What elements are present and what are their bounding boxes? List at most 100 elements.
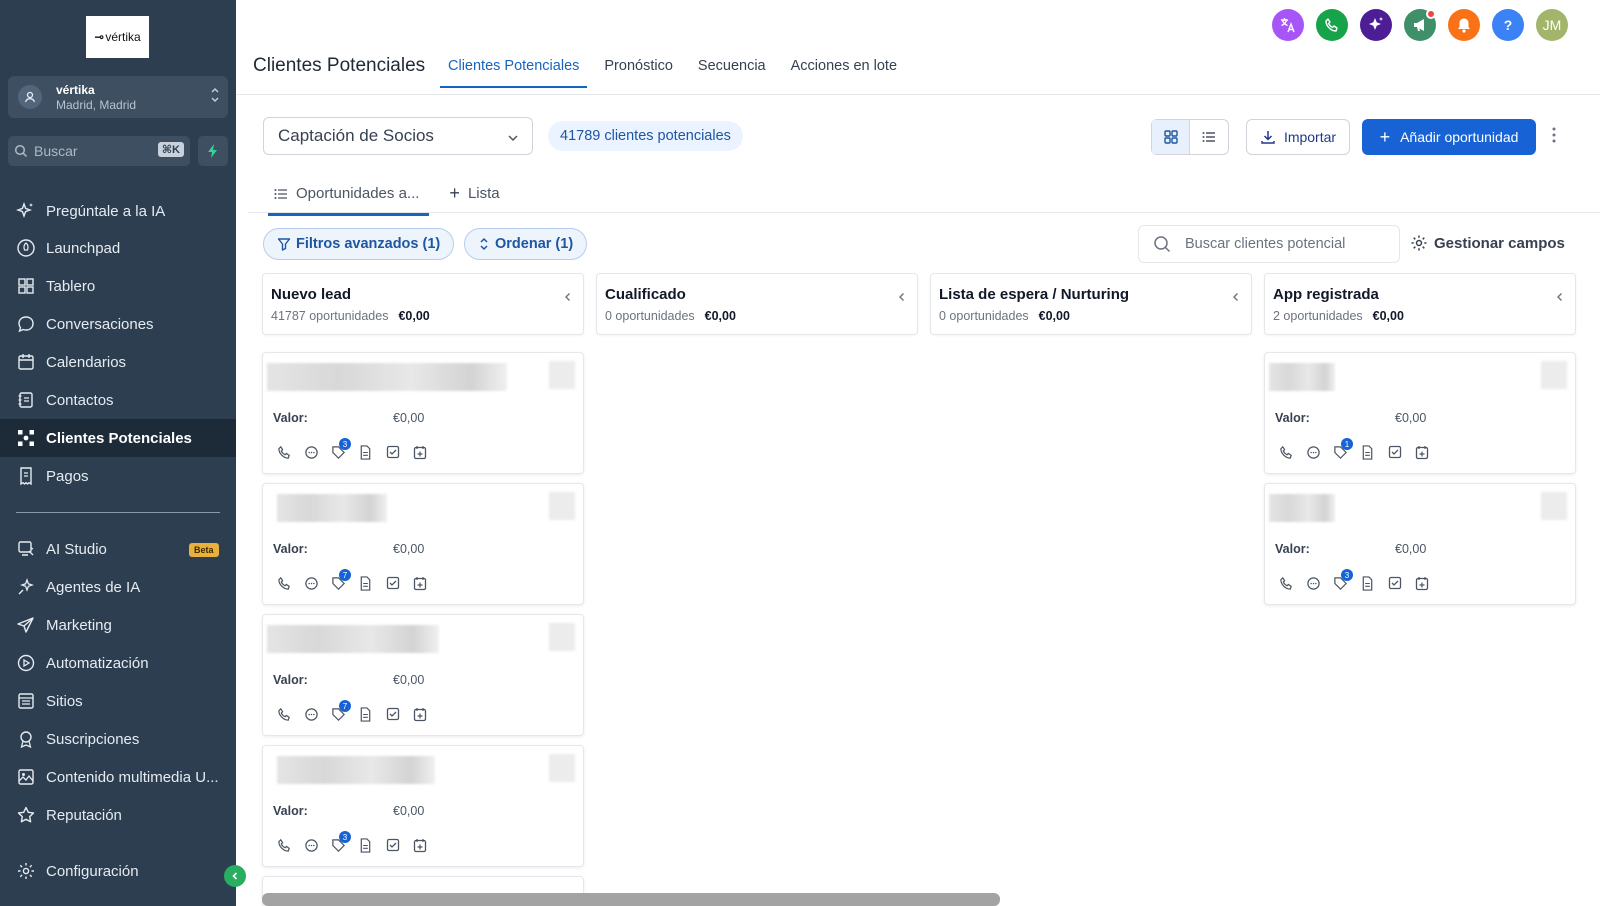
- collapse-column-button[interactable]: [897, 290, 907, 308]
- sidebar-item-reputacion[interactable]: Reputación: [0, 796, 236, 834]
- import-button[interactable]: Importar: [1246, 119, 1350, 155]
- sidebar-item-tablero[interactable]: Tablero: [0, 267, 236, 305]
- opportunity-card[interactable]: Valor: €0,00 3: [262, 745, 584, 867]
- more-options-button[interactable]: [1551, 125, 1557, 150]
- company-logo[interactable]: ⊸ vértika: [86, 16, 149, 58]
- sidebar-item-clientes-potenciales[interactable]: Clientes Potenciales: [0, 419, 236, 457]
- sidebar-item-pagos[interactable]: Pagos: [0, 457, 236, 495]
- message-button[interactable]: [1300, 443, 1327, 461]
- notes-button[interactable]: [1354, 443, 1381, 461]
- tasks-button[interactable]: [1381, 443, 1408, 461]
- sidebar-item-label: Conversaciones: [46, 315, 154, 333]
- list-view-button[interactable]: [1190, 120, 1228, 154]
- call-button[interactable]: [271, 574, 298, 592]
- message-button[interactable]: [298, 836, 325, 854]
- notifications-button[interactable]: [1448, 9, 1480, 41]
- calendar-plus-icon: [413, 707, 426, 721]
- notes-button[interactable]: [352, 574, 379, 592]
- sidebar-item-suscripciones[interactable]: Suscripciones: [0, 720, 236, 758]
- sidebar-item-launchpad[interactable]: Launchpad: [0, 229, 236, 267]
- pipeline-select[interactable]: Captación de Socios: [263, 117, 533, 155]
- translate-button[interactable]: [1272, 9, 1304, 41]
- appointment-button[interactable]: [406, 443, 433, 461]
- tab-secuencia[interactable]: Secuencia: [698, 58, 766, 88]
- sidebar-item-label: Contactos: [46, 391, 114, 409]
- sidebar-item-calendarios[interactable]: Calendarios: [0, 343, 236, 381]
- tags-button[interactable]: 3: [325, 831, 352, 854]
- tasks-button[interactable]: [379, 836, 406, 854]
- tasks-button[interactable]: [1381, 574, 1408, 592]
- notes-button[interactable]: [352, 705, 379, 723]
- manage-fields-button[interactable]: Gestionar campos: [1410, 234, 1565, 252]
- appointment-button[interactable]: [406, 574, 433, 592]
- collapse-sidebar-button[interactable]: [224, 865, 246, 887]
- column-title: Nuevo lead: [271, 286, 352, 303]
- collapse-column-button[interactable]: [563, 290, 573, 308]
- collapse-column-button[interactable]: [1555, 290, 1565, 308]
- card-actions: 7: [271, 569, 433, 592]
- opportunity-card[interactable]: Valor: €0,00 3: [262, 352, 584, 474]
- call-button[interactable]: [271, 836, 298, 854]
- call-button[interactable]: [271, 705, 298, 723]
- quick-actions-button[interactable]: [198, 136, 228, 166]
- sidebar-search[interactable]: Buscar ⌘K: [8, 136, 190, 166]
- kebab-icon: [1552, 127, 1556, 143]
- column-amount: €0,00: [398, 309, 430, 323]
- announcements-button[interactable]: [1404, 9, 1436, 41]
- sidebar-item-automatizacion[interactable]: Automatización: [0, 644, 236, 682]
- horizontal-scrollbar[interactable]: [262, 893, 1000, 906]
- appointment-button[interactable]: [1408, 443, 1435, 461]
- phone-button[interactable]: [1316, 9, 1348, 41]
- call-button[interactable]: [271, 443, 298, 461]
- sidebar-item-label: Marketing: [46, 616, 112, 634]
- help-button[interactable]: ?: [1492, 9, 1524, 41]
- board-view-button[interactable]: [1152, 120, 1191, 154]
- tasks-button[interactable]: [379, 443, 406, 461]
- message-button[interactable]: [1300, 574, 1327, 592]
- appointment-button[interactable]: [406, 705, 433, 723]
- user-avatar[interactable]: JM: [1536, 9, 1568, 41]
- star-icon: [17, 806, 35, 823]
- advanced-filters-button[interactable]: Filtros avanzados (1): [263, 228, 455, 260]
- add-opportunity-button[interactable]: + Añadir oportunidad: [1362, 119, 1536, 155]
- notes-button[interactable]: [1354, 574, 1381, 592]
- sidebar-item-ask-ai[interactable]: Pregúntale a la IA: [0, 192, 236, 230]
- sidebar-item-sitios[interactable]: Sitios: [0, 682, 236, 720]
- appointment-button[interactable]: [1408, 574, 1435, 592]
- sidebar-item-conversaciones[interactable]: Conversaciones: [0, 305, 236, 343]
- ai-assistant-button[interactable]: [1360, 9, 1392, 41]
- call-button[interactable]: [1273, 443, 1300, 461]
- tab-pronostico[interactable]: Pronóstico: [604, 58, 673, 88]
- tab-acciones-en-lote[interactable]: Acciones en lote: [791, 58, 897, 88]
- opportunity-card[interactable]: Valor: €0,00 7: [262, 614, 584, 736]
- opportunity-card[interactable]: Valor: €0,00 7: [262, 483, 584, 605]
- sidebar-item-marketing[interactable]: Marketing: [0, 606, 236, 644]
- sidebar-item-agentes-ia[interactable]: Agentes de IA: [0, 568, 236, 606]
- collapse-column-button[interactable]: [1231, 290, 1241, 308]
- sidebar-item-configuracion[interactable]: Configuración: [0, 852, 236, 890]
- sidebar-item-contactos[interactable]: Contactos: [0, 381, 236, 419]
- message-button[interactable]: [298, 574, 325, 592]
- notes-button[interactable]: [352, 443, 379, 461]
- tasks-button[interactable]: [379, 705, 406, 723]
- account-switcher[interactable]: vértika Madrid, Madrid: [8, 76, 228, 118]
- sidebar-item-label: Pagos: [46, 467, 89, 485]
- message-button[interactable]: [298, 443, 325, 461]
- tab-clientes-potenciales[interactable]: Clientes Potenciales: [439, 58, 588, 88]
- tags-button[interactable]: 7: [325, 700, 352, 723]
- tasks-button[interactable]: [379, 574, 406, 592]
- document-icon: [360, 706, 371, 722]
- opportunity-card[interactable]: Valor: €0,00 3: [1264, 483, 1576, 605]
- tags-button[interactable]: 1: [1327, 438, 1354, 461]
- lead-search-input[interactable]: Buscar clientes potencial: [1138, 225, 1400, 263]
- tags-button[interactable]: 3: [325, 438, 352, 461]
- sort-button[interactable]: Ordenar (1): [464, 228, 588, 260]
- call-button[interactable]: [1273, 574, 1300, 592]
- tags-button[interactable]: 3: [1327, 569, 1354, 592]
- message-button[interactable]: [298, 705, 325, 723]
- sidebar-item-contenido-multimedia[interactable]: Contenido multimedia U...: [0, 758, 236, 796]
- tags-button[interactable]: 7: [325, 569, 352, 592]
- appointment-button[interactable]: [406, 836, 433, 854]
- notes-button[interactable]: [352, 836, 379, 854]
- opportunity-card[interactable]: Valor: €0,00 1: [1264, 352, 1576, 474]
